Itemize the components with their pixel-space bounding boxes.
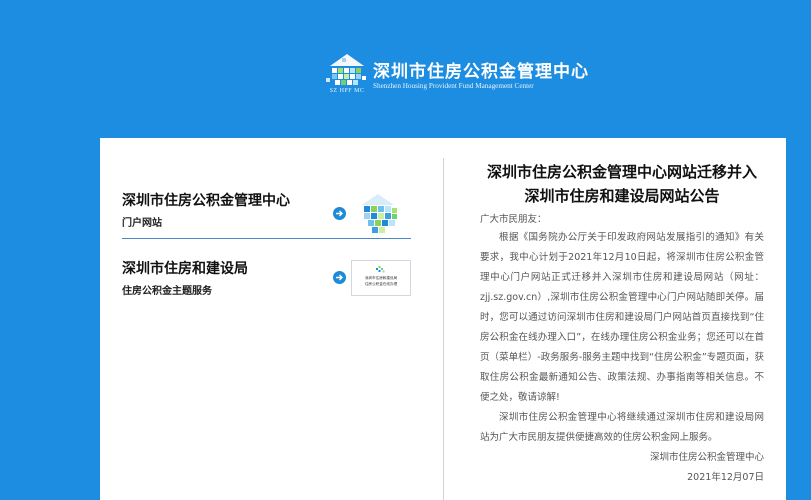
- arrow-right-icon[interactable]: [333, 271, 346, 284]
- notice-date: 2021年12月07日: [687, 472, 764, 483]
- link-card-title: 深圳市住房公积金管理中心: [122, 193, 290, 209]
- thumbnail-text-line: 住房公积金在线办理: [364, 282, 398, 286]
- notice-signature: 深圳市住房公积金管理中心: [649, 452, 764, 463]
- link-card-subtitle: 门户网站: [122, 218, 162, 229]
- migration-notice: 深圳市住房公积金管理中心网站迁移并入 深圳市住房和建设局网站公告 广大市民朋友：…: [480, 160, 764, 488]
- notice-title-line-2: 深圳市住房和建设局网站公告: [524, 187, 720, 205]
- hpf-logo-mini-icon: [376, 266, 385, 273]
- vertical-divider: [443, 158, 444, 500]
- link-card-hpf-portal[interactable]: 深圳市住房公积金管理中心 门户网站: [122, 168, 411, 239]
- notice-greeting: 广大市民朋友：: [480, 214, 547, 225]
- site-title: 深圳市住房公积金管理中心: [373, 62, 589, 82]
- site-subtitle: Shenzhen Housing Provident Fund Manageme…: [373, 82, 534, 90]
- housing-bureau-thumbnail: 深圳市住房和建设局 住房公积金在线办理: [351, 260, 411, 296]
- thumbnail-text-line: 深圳市住房和建设局: [364, 276, 398, 280]
- link-card-title: 深圳市住房和建设局: [122, 261, 248, 277]
- notice-title: 深圳市住房公积金管理中心网站迁移并入 深圳市住房和建设局网站公告: [480, 160, 764, 208]
- notice-paragraph-1: 根据《国务院办公厅关于印发政府网站发展指引的通知》有关要求，我中心计划于2021…: [480, 232, 764, 403]
- notice-paragraph-2: 深圳市住房公积金管理中心将继续通过深圳市住房和建设局网站为广大市民朋友提供便捷高…: [480, 412, 764, 443]
- site-header: SZ HPF MC 深圳市住房公积金管理中心 Shenzhen Housing …: [0, 0, 811, 128]
- hpf-logo-thumbnail-icon: [362, 194, 397, 233]
- arrow-right-icon[interactable]: [333, 207, 346, 220]
- link-card-housing-bureau[interactable]: 深圳市住房和建设局 住房公积金主题服务 深圳市住房和建设局 住房公积金在线办理: [122, 240, 411, 310]
- notice-title-line-1: 深圳市住房公积金管理中心网站迁移并入: [486, 163, 757, 181]
- content-panel: 深圳市住房公积金管理中心 门户网站 深圳市住房和建设局 住房公积金主题服务 深圳…: [100, 138, 786, 500]
- link-card-subtitle: 住房公积金主题服务: [122, 286, 212, 297]
- logo-abbreviation: SZ HPF MC: [329, 88, 365, 94]
